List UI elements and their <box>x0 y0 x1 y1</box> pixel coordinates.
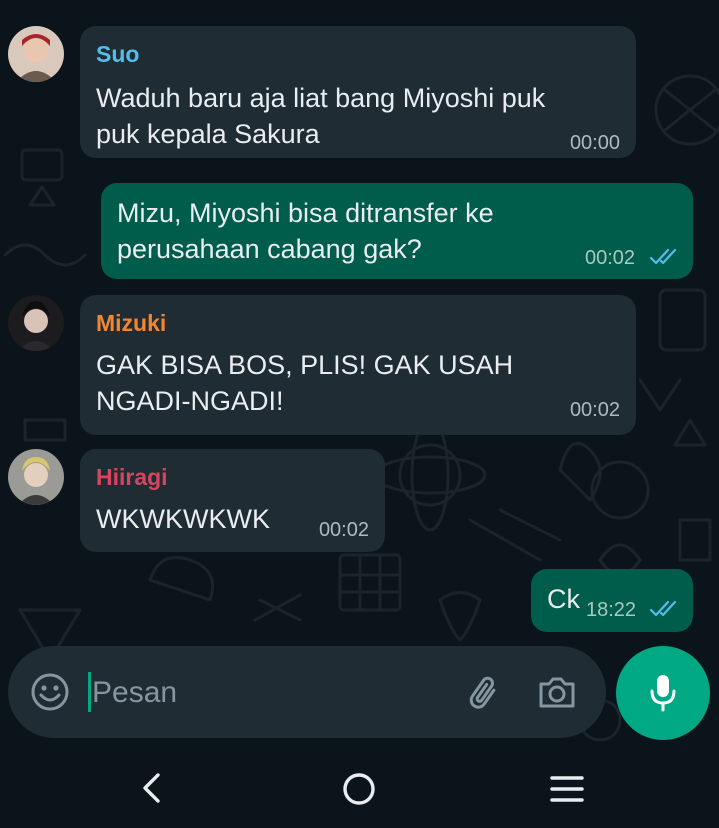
message-text: Ck <box>547 584 580 614</box>
home-icon[interactable] <box>341 771 377 807</box>
message-bubble-3[interactable]: Mizuki GAK BISA BOS, PLIS! GAK USAH NGAD… <box>80 295 636 435</box>
message-time: 18:22 <box>586 599 637 621</box>
avatar-hiiragi[interactable] <box>8 449 64 505</box>
message-time: 00:00 <box>569 132 620 154</box>
back-icon[interactable] <box>138 771 168 805</box>
message-input[interactable]: Pesan <box>92 676 177 710</box>
sender-name: Mizuki <box>96 310 167 336</box>
message-bubble-1[interactable]: Suo Waduh baru aja liat bang Miyoshi puk… <box>80 26 636 158</box>
message-time: 00:02 <box>585 247 636 269</box>
mic-button[interactable] <box>616 646 710 740</box>
paperclip-icon[interactable] <box>464 672 504 712</box>
avatar-suo[interactable] <box>8 26 64 82</box>
system-navbar <box>0 745 719 828</box>
message-time: 00:02 <box>318 519 369 541</box>
message-bubble-5[interactable]: Ck 18:22 <box>531 569 693 632</box>
avatar-image <box>8 26 64 82</box>
avatar-mizuki[interactable] <box>8 295 64 351</box>
message-text: Waduh baru aja liat bang Miyoshi puk puk… <box>96 83 546 149</box>
menu-icon[interactable] <box>549 773 585 805</box>
read-ticks-icon <box>649 248 677 265</box>
avatar-image <box>8 295 64 351</box>
avatar-image <box>8 449 64 505</box>
emoji-icon[interactable] <box>30 672 70 712</box>
message-text: GAK BISA BOS, PLIS! GAK USAH NGADI-NGADI… <box>96 350 514 416</box>
chat-messages[interactable]: Suo Waduh baru aja liat bang Miyoshi puk… <box>0 0 719 745</box>
mic-icon <box>650 675 676 712</box>
message-composer[interactable]: Pesan <box>8 646 606 738</box>
text-cursor <box>88 672 91 712</box>
sender-name: Suo <box>96 41 140 67</box>
message-text: WKWKWKWK <box>96 504 270 534</box>
message-bubble-2[interactable]: Mizu, Miyoshi bisa ditransfer ke perusah… <box>101 183 693 279</box>
sender-name: Hiiragi <box>96 464 168 490</box>
message-bubble-4[interactable]: Hiiragi WKWKWKWK 00:02 <box>80 449 385 552</box>
message-time: 00:02 <box>569 399 620 421</box>
camera-icon[interactable] <box>536 672 578 712</box>
read-ticks-icon <box>649 600 677 617</box>
